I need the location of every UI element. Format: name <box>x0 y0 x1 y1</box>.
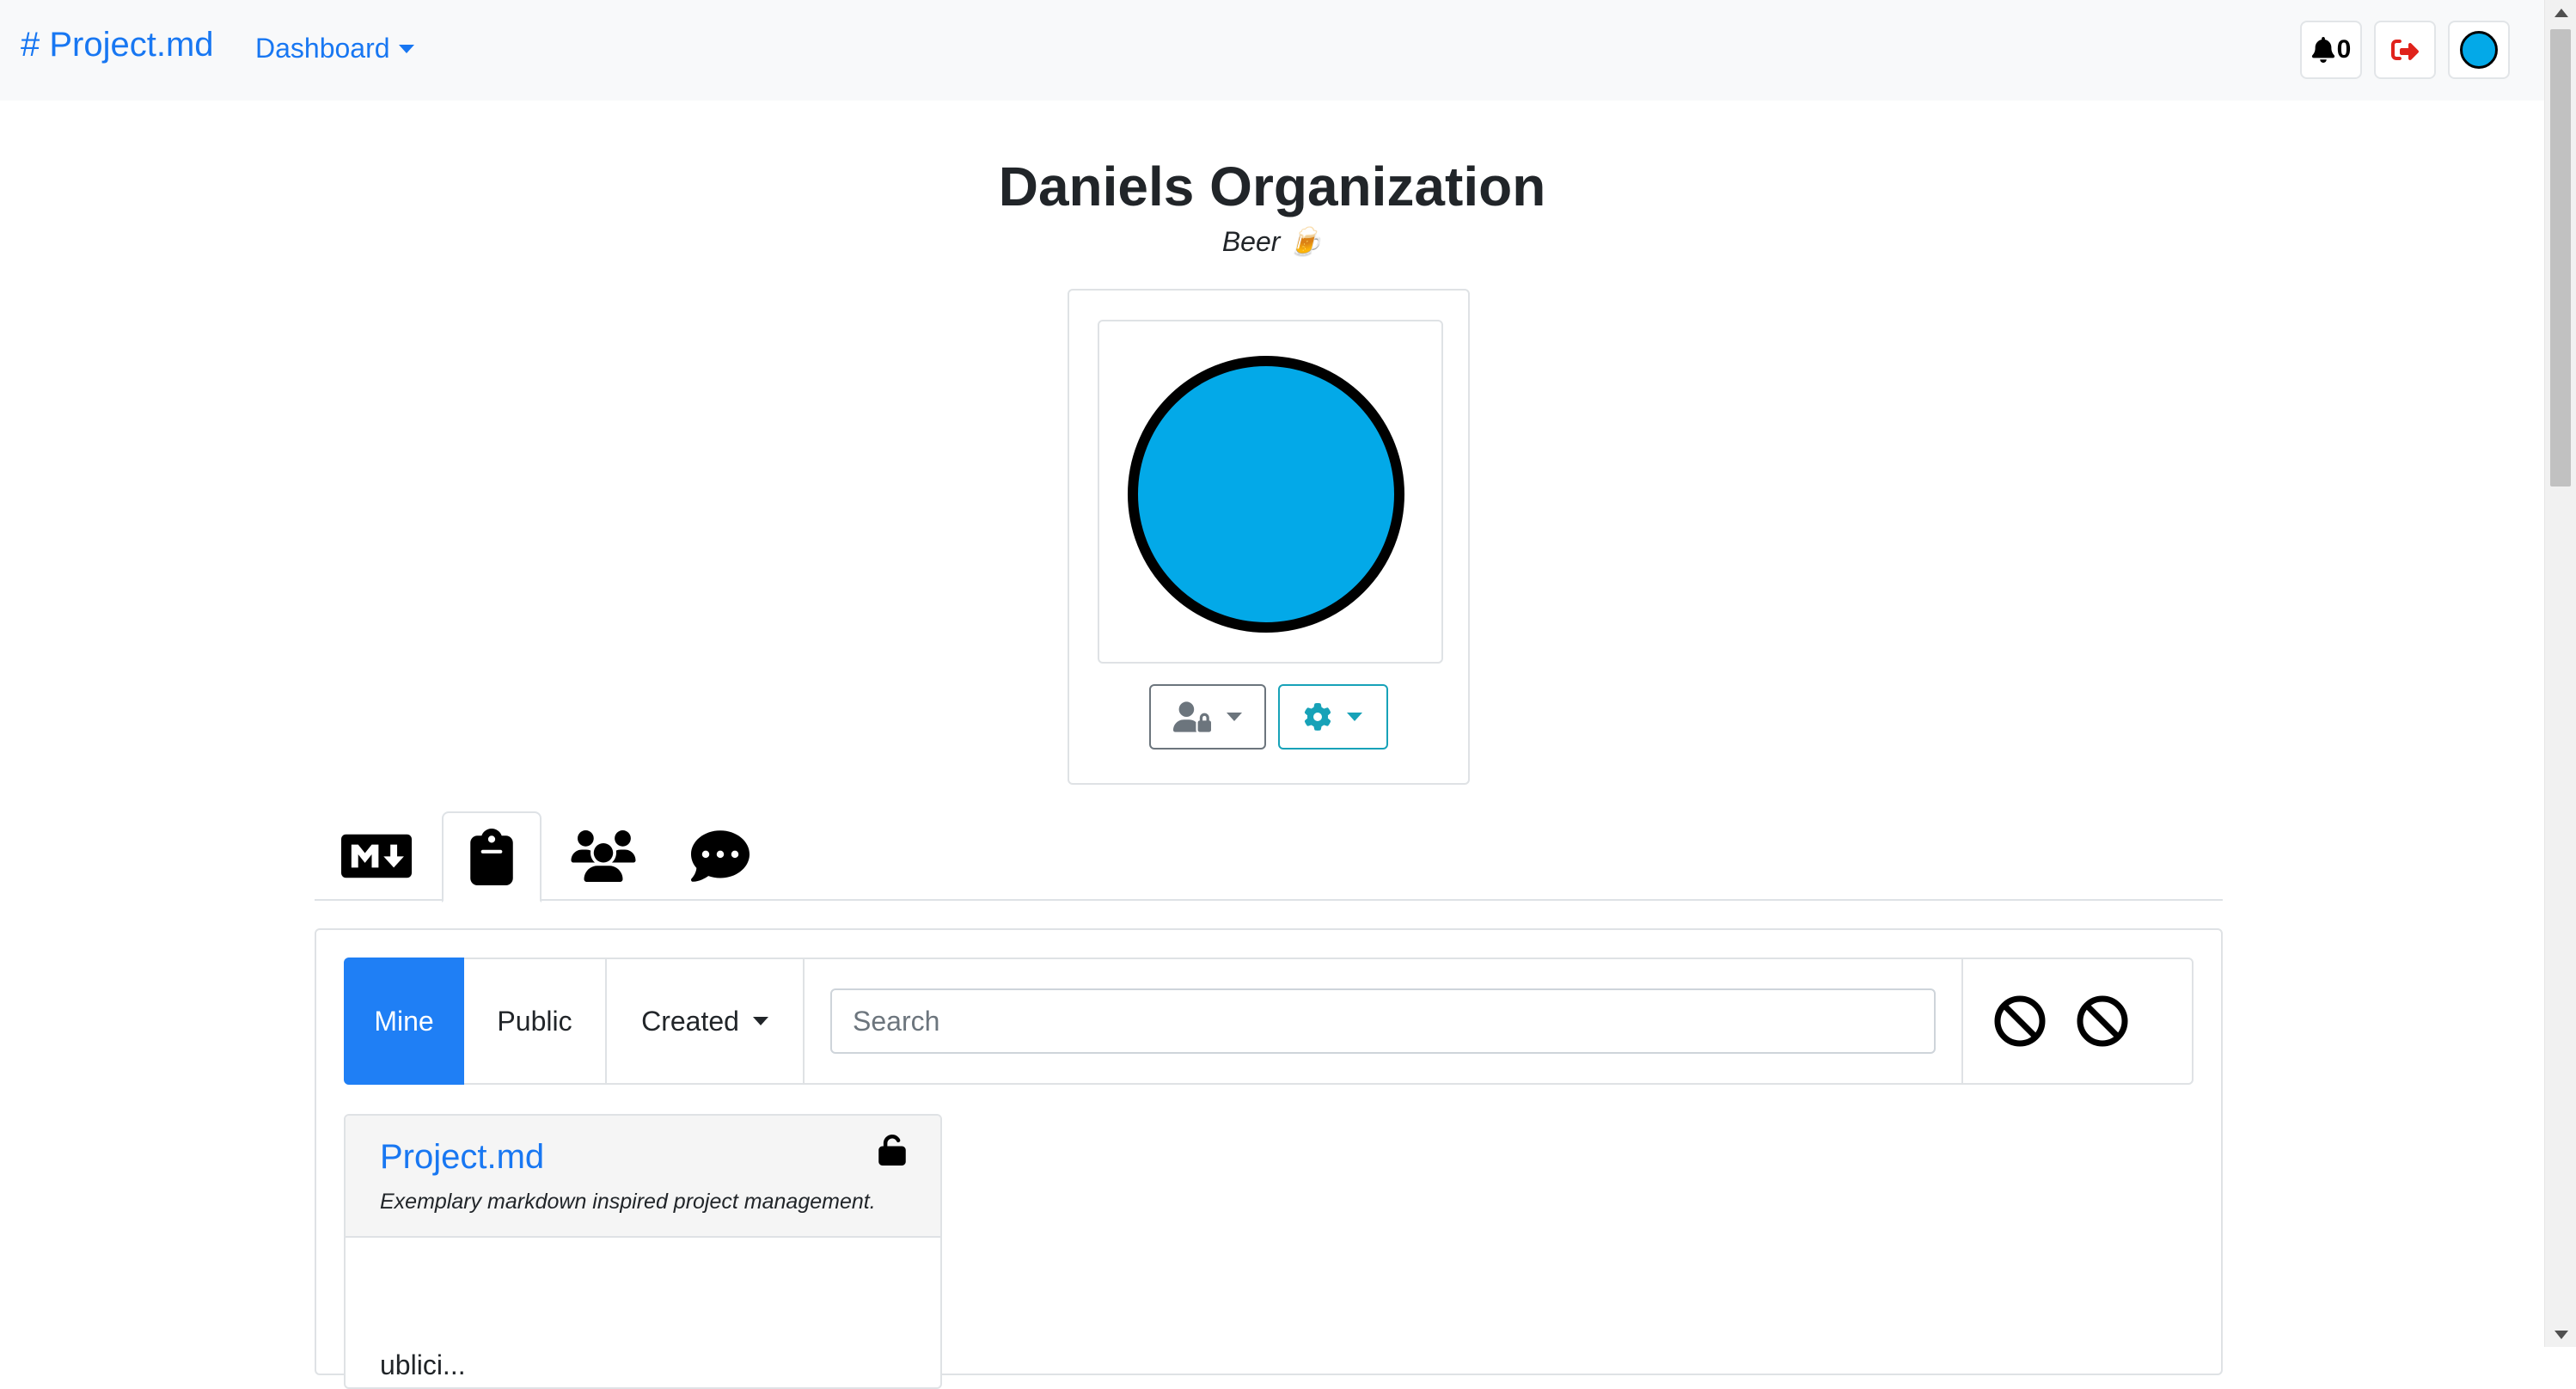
org-tabs <box>315 811 2223 903</box>
tab-teams[interactable] <box>554 811 653 901</box>
org-avatar-frame <box>1098 320 1443 664</box>
notification-count: 0 <box>2336 35 2352 64</box>
scroll-up-icon[interactable] <box>2555 9 2568 17</box>
org-subtitle: Beer 🍺 <box>1221 226 1323 257</box>
ban-icon <box>2077 995 2128 1047</box>
clear-sort-button[interactable] <box>2075 994 2130 1049</box>
sign-out-icon <box>2391 40 2419 61</box>
clipboard-icon <box>470 829 513 885</box>
project-card: Project.md Exemplary markdown inspired p… <box>344 1114 942 1389</box>
project-filter-bar: Mine Public Created <box>344 958 2194 1085</box>
comment-dots-icon <box>691 830 750 882</box>
search-container <box>805 959 1963 1083</box>
project-body-text: ublici... <box>380 1349 466 1380</box>
ban-icon <box>1994 995 2046 1047</box>
filter-mine-button[interactable]: Mine <box>344 958 464 1085</box>
unlock-icon[interactable] <box>877 1135 908 1166</box>
notifications-button[interactable]: 0 <box>2300 21 2362 79</box>
scroll-down-icon[interactable] <box>2555 1331 2568 1339</box>
sort-created-label: Created <box>641 1005 739 1037</box>
users-icon <box>571 830 636 882</box>
brand-link[interactable]: # Project.md <box>21 26 214 64</box>
markdown-icon <box>341 834 412 878</box>
user-avatar-button[interactable] <box>2448 21 2510 79</box>
chevron-down-icon <box>1227 713 1242 721</box>
project-title-link[interactable]: Project.md <box>380 1138 544 1177</box>
gear-icon <box>1304 703 1331 731</box>
settings-dropdown[interactable] <box>1278 684 1388 750</box>
tab-markdown[interactable] <box>327 811 426 901</box>
members-permissions-dropdown[interactable] <box>1149 684 1266 750</box>
scroll-thumb[interactable] <box>2550 29 2571 486</box>
filter-public-button[interactable]: Public <box>464 959 607 1083</box>
org-avatar <box>1128 356 1404 633</box>
search-input[interactable] <box>830 988 1936 1054</box>
chevron-down-icon <box>398 44 414 53</box>
tab-projects[interactable] <box>442 811 542 903</box>
avatar <box>2460 31 2498 69</box>
page-title: Daniels Organization <box>998 156 1546 217</box>
chevron-down-icon <box>752 1017 768 1025</box>
clear-filter-button[interactable] <box>1992 994 2047 1049</box>
sort-created-dropdown[interactable]: Created <box>607 959 805 1083</box>
dashboard-dropdown[interactable]: Dashboard <box>255 33 414 64</box>
tab-discussion[interactable] <box>670 811 770 901</box>
dashboard-label: Dashboard <box>255 33 390 64</box>
chevron-down-icon <box>1347 713 1362 721</box>
bell-icon <box>2311 37 2334 63</box>
project-card-header: Project.md Exemplary markdown inspired p… <box>346 1116 940 1238</box>
page-scrollbar[interactable] <box>2544 0 2576 1347</box>
projects-panel: Mine Public Created Project.md Exemplary… <box>315 928 2223 1389</box>
project-description: Exemplary markdown inspired project mana… <box>380 1190 876 1214</box>
logout-button[interactable] <box>2374 21 2436 79</box>
top-navbar: # Project.md Dashboard 0 <box>0 0 2544 101</box>
org-profile-card <box>1068 289 1470 785</box>
user-shield-icon <box>1173 701 1211 732</box>
